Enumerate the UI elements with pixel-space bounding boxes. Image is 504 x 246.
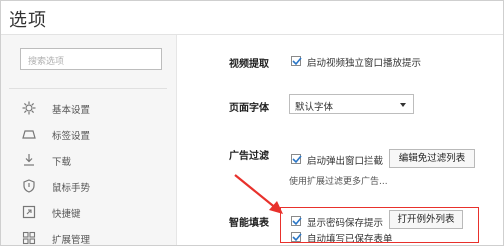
shortcut-icon [22,204,36,219]
sidebar-item-extensions[interactable]: 扩展管理 [1,228,176,246]
sidebar-item-label: 快捷键 [52,209,81,220]
sidebar-item-basic[interactable]: 基本设置 [1,98,176,118]
highlight-box [280,207,479,243]
annotation-arrow [234,174,283,214]
sidebar-item-shortcuts[interactable]: 快捷键 [1,202,176,222]
popup-block-checkbox[interactable] [291,154,302,164]
download-icon [22,152,36,166]
sidebar-item-download[interactable]: 下载 [1,150,176,170]
sidebar-item-gestures[interactable]: 鼠标手势 [1,176,176,196]
adfilter-label: 广告过滤 [229,151,269,162]
sidebar-item-label: 基本设置 [52,105,91,116]
chevron-down-icon [400,103,406,107]
search-input[interactable]: 搜索选项 [20,48,162,70]
sidebar-item-label: 鼠标手势 [52,183,91,194]
edit-whitelist-button[interactable]: 编辑免过滤列表 [389,149,475,168]
shield-icon [22,178,36,193]
grid-icon [22,230,36,245]
video-popup-text: 启动视频独立窗口播放提示 [307,58,422,69]
ad-extension-hint[interactable]: 使用扩展过滤更多广告... [289,174,388,187]
gear-icon [22,100,36,115]
video-label: 视频提取 [229,59,269,70]
font-select-value: 默认字体 [295,102,334,113]
font-label: 页面字体 [229,103,269,114]
sidebar-item-label: 下载 [52,157,72,168]
sidebar-item-tabs[interactable]: 标签设置 [1,124,176,144]
tab-icon [22,126,36,140]
options-window: 选项 搜索选项 基本设置 标签设置 下载 鼠标手势 快捷键 扩展管理 视频提取 … [0,0,504,246]
video-popup-checkbox[interactable] [291,56,302,66]
sidebar-item-label: 扩展管理 [52,235,91,246]
popup-block-text: 启动弹出窗口拦截 [307,156,384,167]
sidebar: 搜索选项 基本设置 标签设置 下载 鼠标手势 快捷键 扩展管理 [1,35,177,246]
font-select[interactable]: 默认字体 [289,94,414,114]
window-title: 选项 [9,10,47,31]
sidebar-item-label: 标签设置 [52,131,91,142]
sidebar-divider [9,88,167,89]
